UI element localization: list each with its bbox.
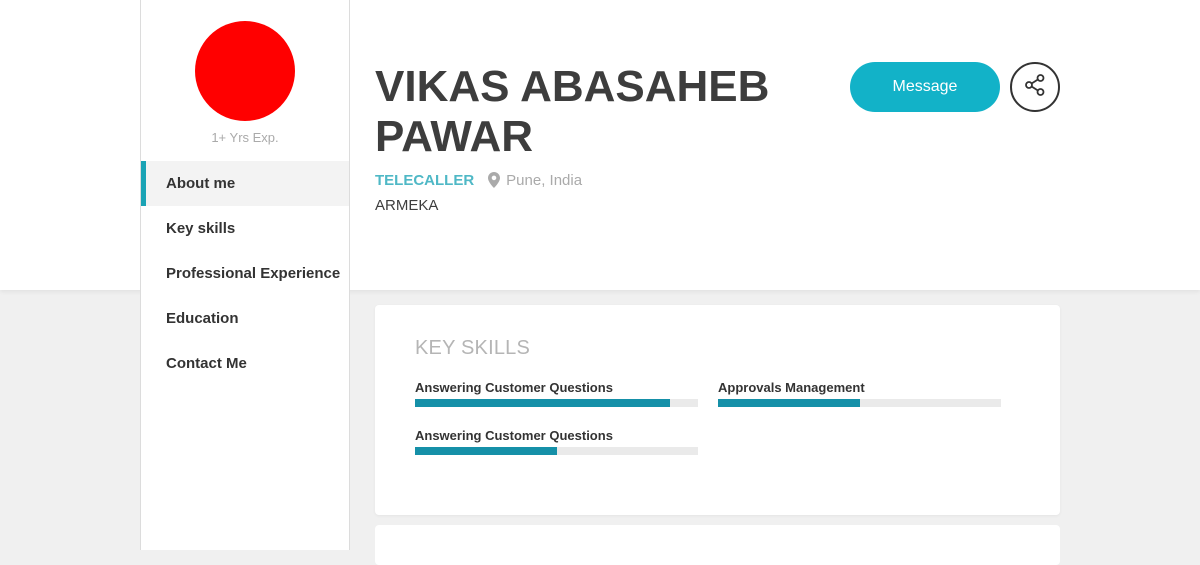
location-pin-icon — [488, 172, 501, 188]
skill-name: Answering Customer Questions — [415, 428, 613, 443]
key-skills-title: KEY SKILLS — [415, 337, 531, 359]
skill-progress-fill — [415, 447, 557, 455]
skill-progress-fill — [415, 399, 670, 407]
sidebar-item-key-skills[interactable]: Key skills — [141, 206, 349, 251]
sidebar: 1+ Yrs Exp. About me Key skills Professi… — [140, 0, 350, 550]
skill-progress-fill — [718, 399, 860, 407]
skill-name: Approvals Management — [718, 380, 865, 395]
sidebar-item-professional-experience[interactable]: Professional Experience — [141, 251, 349, 296]
message-button[interactable]: Message — [850, 62, 1000, 112]
profile-role: TELECALLER — [375, 171, 475, 189]
skill-progress-track — [415, 399, 698, 407]
skill-item: Answering Customer Questions — [415, 427, 698, 455]
experience-label: 1+ Yrs Exp. — [211, 130, 279, 145]
profile-name: VIKAS ABASAHEB PAWAR — [375, 62, 770, 161]
share-icon — [1023, 73, 1047, 102]
sidebar-item-education[interactable]: Education — [141, 296, 349, 341]
skill-name: Answering Customer Questions — [415, 380, 613, 395]
key-skills-card: KEY SKILLS Answering Customer Questions … — [375, 305, 1060, 515]
sidebar-item-contact-me[interactable]: Contact Me — [141, 341, 349, 386]
skill-item: Answering Customer Questions — [415, 379, 698, 407]
profile-meta: TELECALLER Pune, India — [375, 170, 582, 190]
skill-progress-track — [415, 447, 698, 455]
skill-item: Approvals Management — [718, 379, 1001, 407]
sidebar-nav: About me Key skills Professional Experie… — [141, 161, 349, 386]
avatar — [195, 21, 295, 121]
sidebar-item-about-me[interactable]: About me — [141, 161, 349, 206]
profile-company: ARMEKA — [375, 197, 439, 214]
profile-location: Pune, India — [506, 171, 583, 189]
skill-progress-track — [718, 399, 1001, 407]
next-section-card — [375, 525, 1060, 565]
share-button[interactable] — [1010, 62, 1060, 112]
